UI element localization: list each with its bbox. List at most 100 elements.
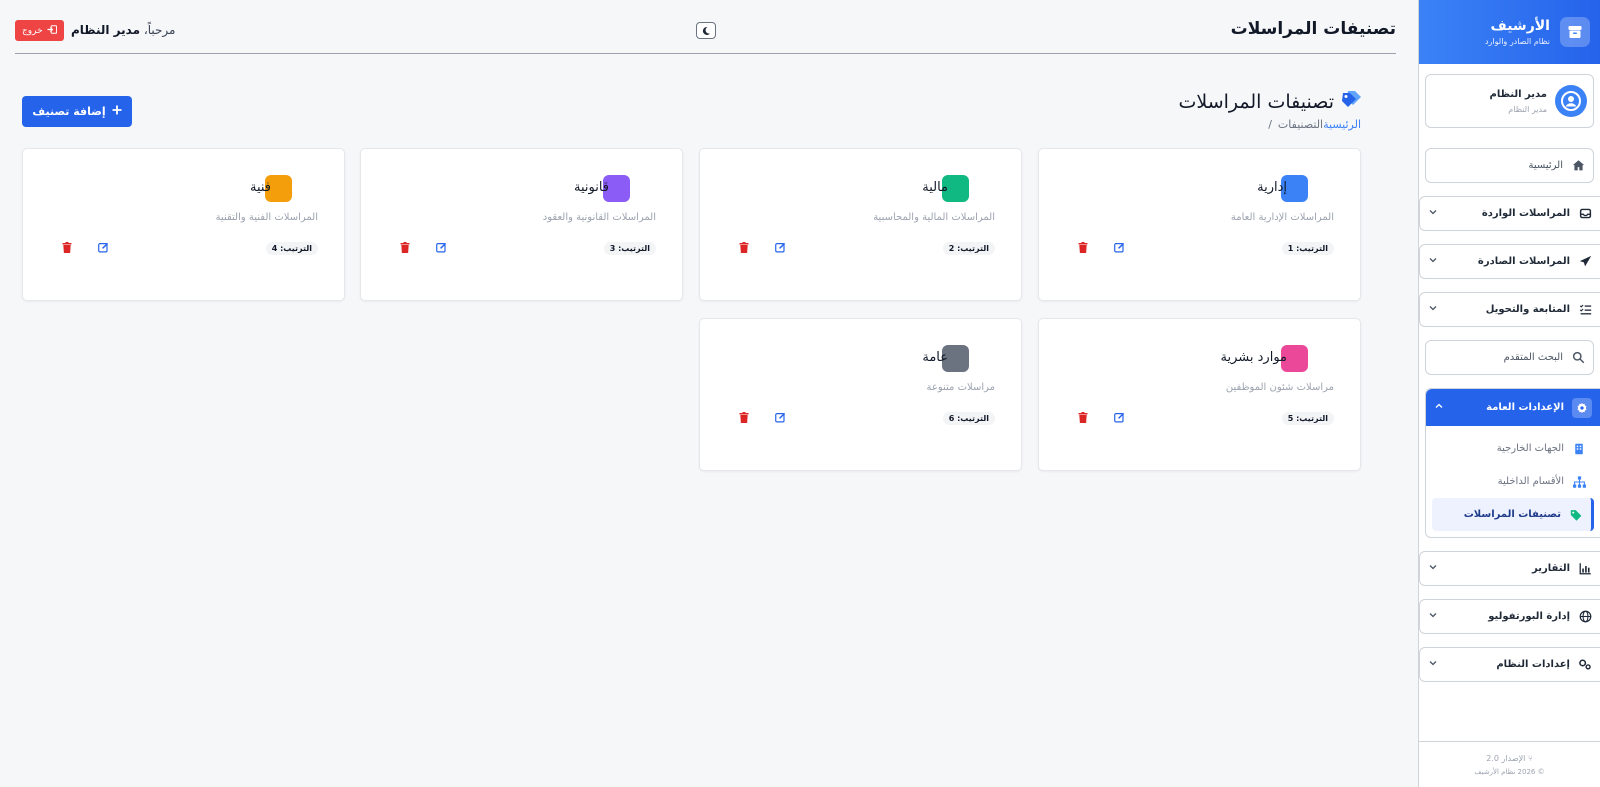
category-order-badge: الترتيب: 6 [942,412,995,425]
sidebar-item-incoming[interactable]: المراسلات الواردة [1419,196,1600,231]
sidebar-item-label: الرئيسية [1528,160,1563,171]
sidebar-subitem-internal[interactable]: الأقسام الداخلية [1426,465,1600,498]
user-name: مدير النظام [1489,88,1547,100]
add-category-button[interactable]: إضافة تصنيف [22,96,132,127]
breadcrumb-current: التصنيفات [1277,118,1324,131]
chevron-down-icon [1428,562,1438,575]
sidebar-item-label: المراسلات الصادرة [1477,256,1570,267]
logout-label: خروج [22,25,43,36]
category-description: المراسلات المالية والمحاسبية [873,212,995,223]
chevron-down-icon [1428,303,1438,316]
sidebar-subitem-categories[interactable]: تصنيفات المراسلات [1432,498,1594,531]
tags-icon [1569,508,1583,522]
sidebar-subitem-label: الأقسام الداخلية [1497,476,1564,487]
sidebar-nav: الرئيسية المراسلات الواردة المراسلات الص… [1419,148,1600,682]
sidebar-item-label: المتابعة والتحويل [1485,304,1570,315]
header-title: تصنيفات المراسلات [1230,19,1396,39]
breadcrumb: الرئيسية التصنيفات / [1268,118,1361,131]
edit-icon[interactable] [434,240,448,254]
sidebar: الأرشيف نظام الصادر والوارد مدير النظام … [1418,0,1600,787]
edit-icon[interactable] [773,240,787,254]
category-description: مراسلات متنوعة [926,382,995,393]
trash-icon[interactable] [1076,410,1090,424]
category-order-badge: الترتيب: 2 [942,242,995,255]
sidebar-item-label: إعدادات النظام [1496,659,1570,670]
chevron-down-icon [1428,658,1438,671]
category-description: المراسلات القانونية والعقود [542,212,656,223]
category-description: مراسلات شئون الموظفين [1225,382,1334,393]
trash-icon[interactable] [737,410,751,424]
sidebar-subitem-external[interactable]: الجهات الخارجية [1426,432,1600,465]
chart-icon [1578,562,1592,576]
trash-icon[interactable] [398,240,412,254]
category-description: المراسلات الإدارية العامة [1230,212,1334,223]
sidebar-item-reports[interactable]: التقارير [1419,551,1600,586]
brand-title: الأرشيف [1490,18,1550,34]
send-icon [1578,255,1592,269]
version-label: الإصدار 2.0 [1486,754,1526,763]
sidebar-item-search[interactable]: البحث المتقدم [1425,340,1594,375]
top-header: تصنيفات المراسلات مرحباً، مدير النظام خر… [15,0,1396,54]
page-title: تصنيفات المراسلات [1178,91,1334,113]
chevron-down-icon [1428,255,1438,268]
sidebar-subitem-label: الجهات الخارجية [1496,443,1564,454]
sidebar-item-portfolio[interactable]: إدارة البورتفوليو [1419,599,1600,634]
trash-icon[interactable] [60,240,74,254]
category-name: إدارية [1257,180,1287,195]
chevron-down-icon [1428,610,1438,623]
category-card: إدارية المراسلات الإدارية العامة الترتيب… [1038,148,1361,301]
trash-icon[interactable] [1076,240,1090,254]
copyright: © 2026 نظام الأرشيف [1474,768,1545,776]
globe-icon [1578,610,1592,624]
category-card: عامة مراسلات متنوعة الترتيب: 6 [699,318,1022,471]
sidebar-item-label: المراسلات الواردة [1481,208,1570,219]
logout-button[interactable]: خروج [15,20,64,41]
inbox-icon [1578,207,1592,221]
plus-icon [112,105,122,118]
gears-icon [1578,658,1592,672]
home-icon [1571,159,1585,173]
trash-icon[interactable] [737,240,751,254]
brand-subtitle: نظام الصادر والوارد [1484,37,1550,46]
category-name: مالية [922,180,948,195]
sidebar-item-label: الإعدادات العامة [1486,402,1564,413]
welcome-user: مدير النظام [71,23,141,37]
category-name: قانونية [573,180,609,195]
category-card: قانونية المراسلات القانونية والعقود التر… [360,148,683,301]
category-name: عامة [922,350,948,365]
logout-icon [47,24,57,37]
gear-icon [1572,397,1592,418]
category-name: موارد بشرية [1220,350,1287,365]
chevron-up-icon [1434,401,1444,414]
tags-icon [1340,90,1362,114]
category-order-badge: الترتيب: 3 [603,242,656,255]
sidebar-item-home[interactable]: الرئيسية [1425,148,1594,183]
sidebar-footer: ⑂ الإصدار 2.0 © 2026 نظام الأرشيف [1419,741,1600,787]
user-card[interactable]: مدير النظام مدير النظام [1425,74,1594,128]
edit-icon[interactable] [1112,410,1126,424]
category-card: فنية المراسلات الفنية والتقنية الترتيب: … [22,148,345,301]
edit-icon[interactable] [96,240,110,254]
category-description: المراسلات الفنية والتقنية [215,212,318,223]
building-icon [1572,442,1586,456]
category-card: موارد بشرية مراسلات شئون الموظفين الترتي… [1038,318,1361,471]
sidebar-item-followup[interactable]: المتابعة والتحويل [1419,292,1600,327]
add-category-label: إضافة تصنيف [32,105,106,118]
edit-icon[interactable] [773,410,787,424]
chevron-down-icon [1428,207,1438,220]
moon-icon [701,21,711,40]
search-icon [1571,351,1585,365]
breadcrumb-home[interactable]: الرئيسية [1323,118,1361,131]
edit-icon[interactable] [1112,240,1126,254]
sidebar-item-system[interactable]: إعدادات النظام [1419,647,1600,682]
user-role: مدير النظام [1508,104,1547,114]
sidebar-item-label: إدارة البورتفوليو [1488,611,1570,622]
sitemap-icon [1572,475,1586,489]
theme-toggle-button[interactable] [696,22,716,39]
sidebar-item-settings[interactable]: الإعدادات العامة [1426,389,1600,426]
sidebar-item-outgoing[interactable]: المراسلات الصادرة [1419,244,1600,279]
task-list-icon [1578,303,1592,317]
brand: الأرشيف نظام الصادر والوارد [1419,0,1600,64]
branch-icon: ⑂ [1527,754,1533,763]
welcome-greeting: مرحباً، [143,23,176,37]
